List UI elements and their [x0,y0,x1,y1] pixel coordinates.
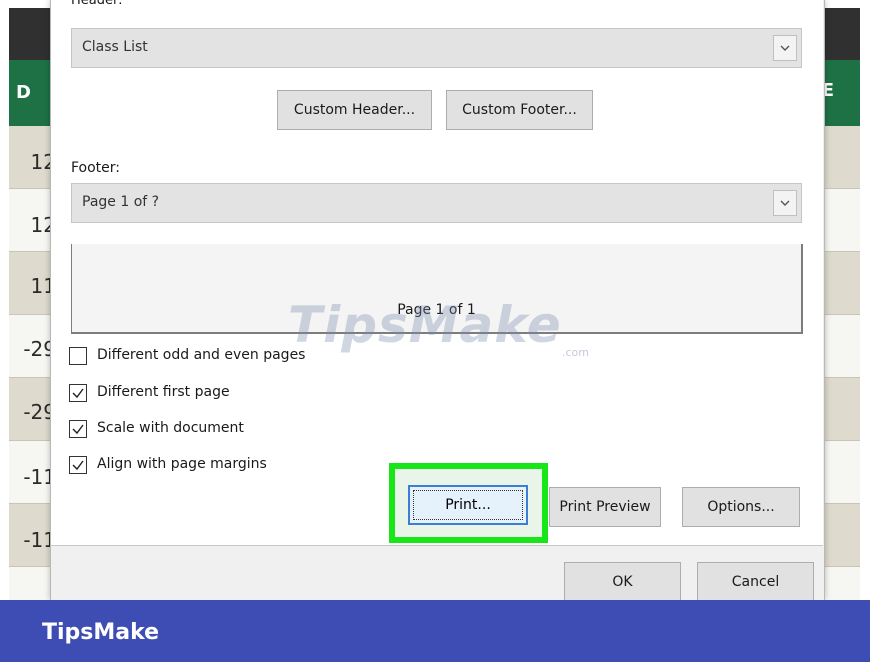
custom-footer-button[interactable]: Custom Footer... [446,90,593,130]
checkbox-label: Different first page [97,384,230,400]
ok-button[interactable]: OK [564,562,681,602]
checkmark-icon [72,460,84,471]
watermark: TipsMake [288,296,562,354]
checkbox-align-with-margins[interactable]: Align with page margins [69,456,267,476]
checkbox-box[interactable] [69,420,87,438]
footer-label: Footer: [71,160,121,176]
checkbox-box[interactable] [69,384,87,402]
chevron-down-icon[interactable] [773,190,797,216]
checkbox-different-odd-even[interactable]: Different odd and even pages [69,347,305,367]
header-dropdown-value: Class List [82,39,148,55]
frame-edge-left [0,0,9,600]
watermark-suffix: .com [562,346,589,359]
checkmark-icon [72,424,84,435]
print-button[interactable]: Print... [408,485,528,525]
checkbox-box[interactable] [69,347,87,365]
checkbox-label: Align with page margins [97,456,267,472]
cancel-button[interactable]: Cancel [697,562,814,602]
header-dropdown[interactable]: Class List [71,28,802,68]
checkbox-scale-with-document[interactable]: Scale with document [69,420,244,440]
column-letter-left: D [16,82,31,103]
chevron-down-icon[interactable] [773,35,797,61]
header-label: Header: [71,0,123,8]
footer-dropdown-value: Page 1 of ? [82,194,160,210]
custom-header-button[interactable]: Custom Header... [277,90,432,130]
brand-bar: TipsMake [0,600,870,662]
footer-dropdown[interactable]: Page 1 of ? [71,183,802,223]
checkbox-different-first-page[interactable]: Different first page [69,384,230,404]
checkbox-label: Scale with document [97,420,244,436]
checkbox-box[interactable] [69,456,87,474]
print-preview-button[interactable]: Print Preview [549,487,661,527]
brand-logo-text: TipsMake [42,620,160,645]
focus-ring [413,490,523,520]
frame-edge-right [861,0,870,600]
checkmark-icon [72,388,84,399]
checkbox-label: Different odd and even pages [97,347,306,363]
options-button[interactable]: Options... [682,487,800,527]
